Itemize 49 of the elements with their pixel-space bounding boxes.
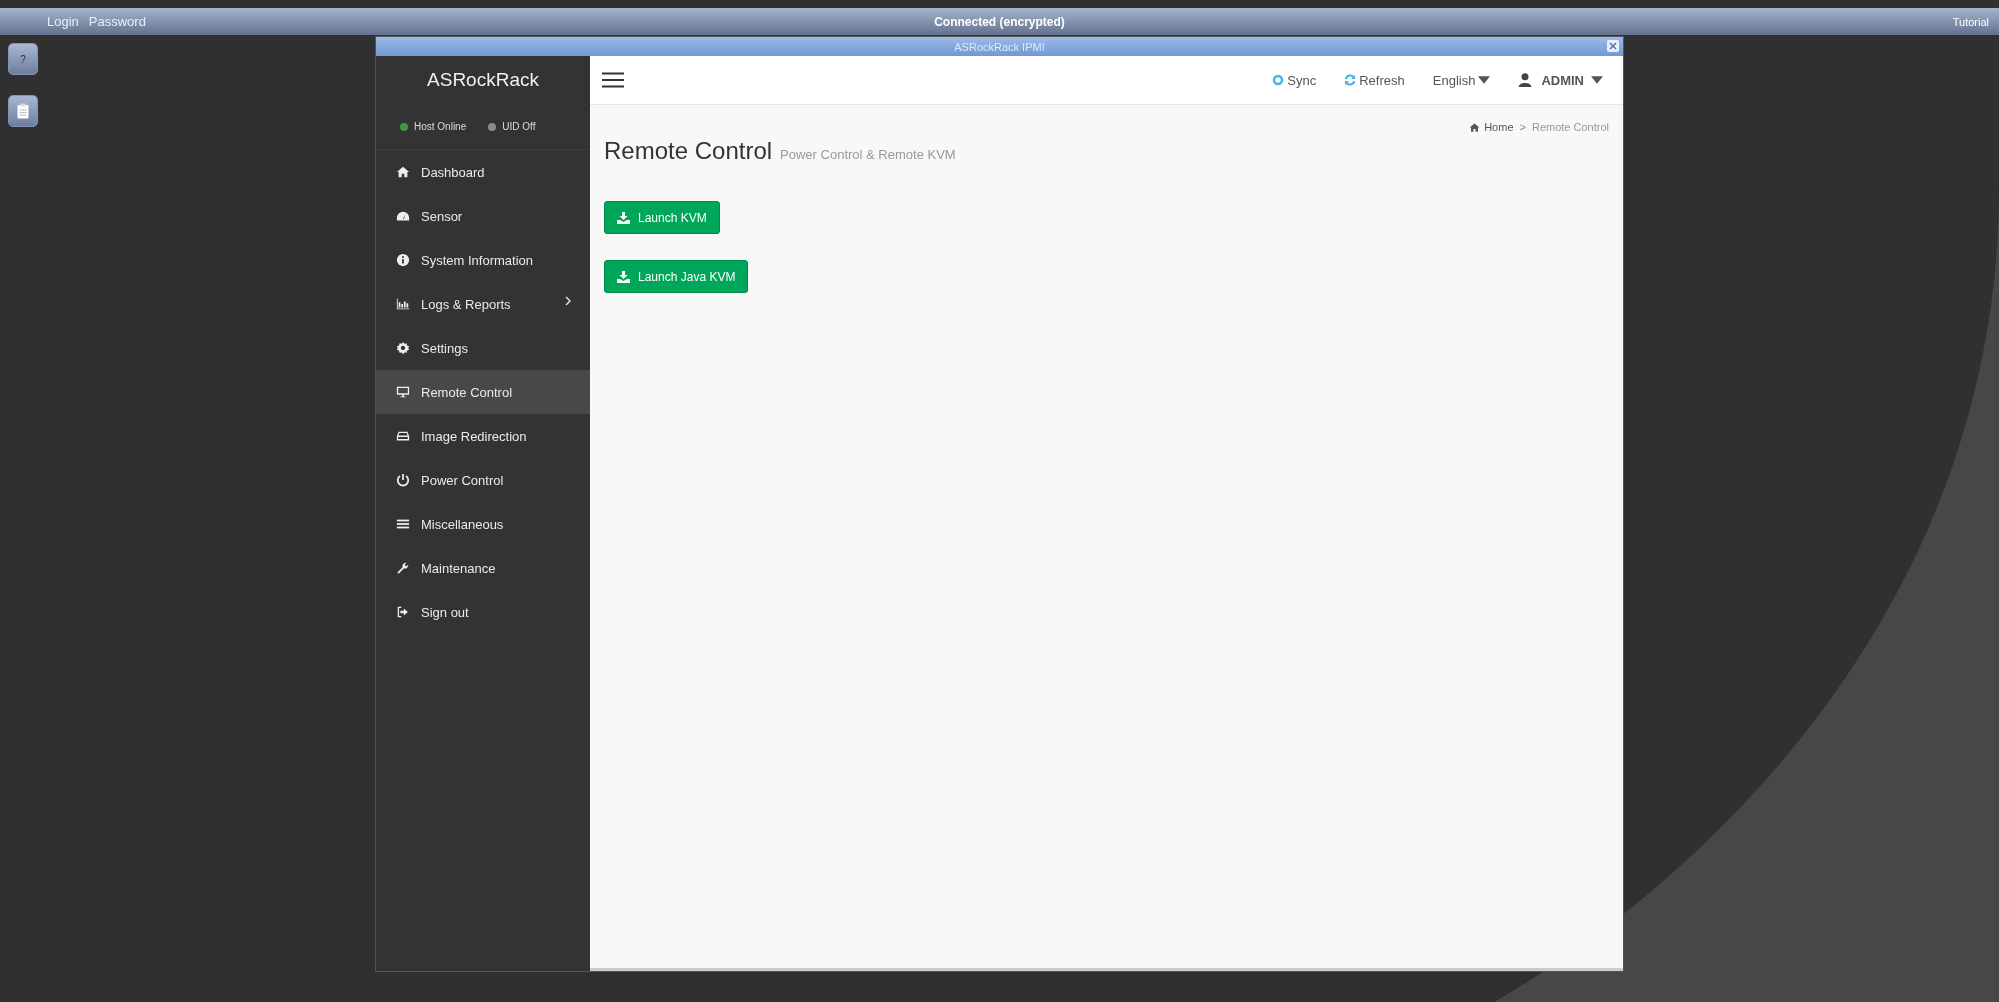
sync-icon bbox=[1272, 74, 1285, 86]
sidebar-item[interactable]: Image Redirection bbox=[376, 414, 590, 458]
close-icon[interactable] bbox=[1607, 40, 1619, 52]
refresh-link[interactable]: Refresh bbox=[1344, 72, 1405, 88]
nav-icon bbox=[396, 517, 410, 531]
nav-icon bbox=[396, 605, 410, 619]
sidebar-item[interactable]: Logs & Reports bbox=[376, 282, 590, 326]
download-icon bbox=[617, 211, 630, 224]
sidebar-item[interactable]: Sensor bbox=[376, 194, 590, 238]
user-icon bbox=[1518, 73, 1533, 87]
help-button[interactable]: ? bbox=[8, 43, 38, 75]
language-dropdown[interactable]: English bbox=[1432, 72, 1491, 88]
sidebar-item[interactable]: Settings bbox=[376, 326, 590, 370]
nav-icon bbox=[396, 385, 410, 399]
breadcrumb-current: Remote Control bbox=[1531, 121, 1609, 133]
breadcrumb-separator: > bbox=[1519, 121, 1526, 133]
status-label: UID Off bbox=[502, 121, 536, 132]
sidebar-item[interactable]: Maintenance bbox=[376, 546, 590, 590]
clipboard-icon bbox=[17, 103, 29, 119]
clipboard-button[interactable] bbox=[8, 95, 38, 127]
brand-title: ASRockRack bbox=[426, 68, 540, 92]
caret-icon bbox=[1591, 74, 1603, 86]
page-subtitle: Power Control & Remote KVM bbox=[780, 147, 956, 162]
menu-icon[interactable] bbox=[602, 72, 624, 88]
connection-status: Connected (encrypted) bbox=[934, 14, 1065, 29]
breadcrumb-home-link[interactable]: Home bbox=[1469, 121, 1514, 133]
nav-icon bbox=[396, 561, 410, 575]
user-dropdown[interactable]: ADMIN bbox=[1518, 72, 1603, 88]
nav-icon bbox=[396, 209, 410, 223]
sidebar-item[interactable]: Remote Control bbox=[376, 370, 590, 414]
download-icon bbox=[617, 270, 630, 283]
refresh-icon bbox=[1344, 74, 1357, 86]
window-title: ASRockRack IPMI bbox=[954, 40, 1045, 53]
sync-link[interactable]: Sync bbox=[1272, 72, 1317, 88]
nav-icon bbox=[396, 297, 410, 311]
sidebar-item[interactable]: Power Control bbox=[376, 458, 590, 502]
nav-icon bbox=[396, 429, 410, 443]
page-title: Remote Control bbox=[604, 137, 773, 165]
nav-icon bbox=[396, 473, 410, 487]
sidebar-item[interactable]: Miscellaneous bbox=[376, 502, 590, 546]
nav-icon bbox=[396, 341, 410, 355]
home-icon bbox=[1469, 121, 1481, 133]
caret-icon bbox=[1478, 74, 1491, 86]
nav-icon bbox=[396, 253, 410, 267]
sidebar-item[interactable]: System Information bbox=[376, 238, 590, 282]
nav-icon bbox=[396, 165, 410, 179]
sidebar-item[interactable]: Sign out bbox=[376, 590, 590, 634]
status-label: Host Online bbox=[414, 121, 467, 132]
sidebar-item[interactable]: Dashboard bbox=[376, 150, 590, 194]
